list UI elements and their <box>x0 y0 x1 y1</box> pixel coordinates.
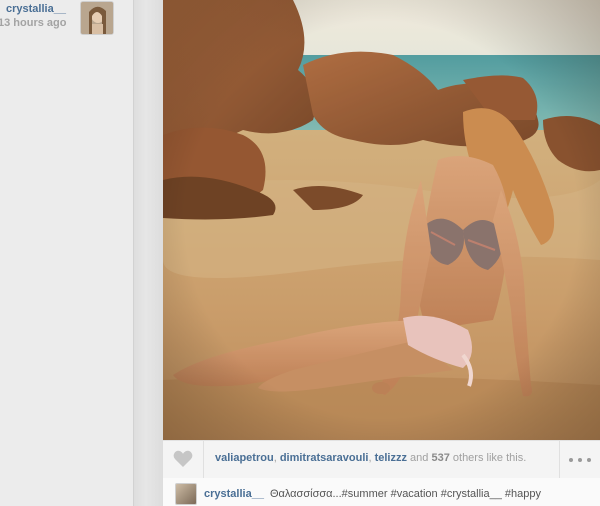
more-options-button[interactable] <box>559 441 600 478</box>
likes-suffix: others like this. <box>452 452 527 464</box>
column-divider <box>133 0 164 506</box>
likes-bar: valiapetrou, dimitratsaravouli, telizzz … <box>163 440 600 479</box>
and-word: and <box>410 452 429 464</box>
post-author-rail: crystallia__ 13 hours ago <box>0 0 133 506</box>
separator: , <box>368 452 372 464</box>
like-button[interactable] <box>163 441 204 478</box>
post-timestamp[interactable]: 13 hours ago <box>0 17 66 29</box>
caption-avatar[interactable] <box>175 483 197 505</box>
caption-text: crystallia__ Θαλασσίσσα...#summer #vacati… <box>204 488 541 500</box>
author-avatar[interactable] <box>80 1 114 35</box>
author-username[interactable]: crystallia__ <box>6 3 66 15</box>
post-card: valiapetrou, dimitratsaravouli, telizzz … <box>163 0 600 506</box>
post-photo[interactable] <box>163 0 600 440</box>
liker-username[interactable]: telizzz <box>375 452 407 464</box>
caption-username[interactable]: crystallia__ <box>204 488 264 500</box>
caption-body: Θαλασσίσσα...#summer #vacation #crystall… <box>269 488 542 500</box>
likes-count[interactable]: 537 <box>431 452 449 464</box>
likes-summary: valiapetrou, dimitratsaravouli, telizzz … <box>215 452 526 464</box>
separator: , <box>273 452 277 464</box>
caption-row: crystallia__ Θαλασσίσσα...#summer #vacati… <box>163 478 600 506</box>
heart-icon <box>173 450 193 467</box>
instagram-feed: crystallia__ 13 hours ago valiapetrou, d… <box>0 0 600 506</box>
liker-username[interactable]: valiapetrou <box>215 452 274 464</box>
liker-username[interactable]: dimitratsaravouli <box>280 452 369 464</box>
